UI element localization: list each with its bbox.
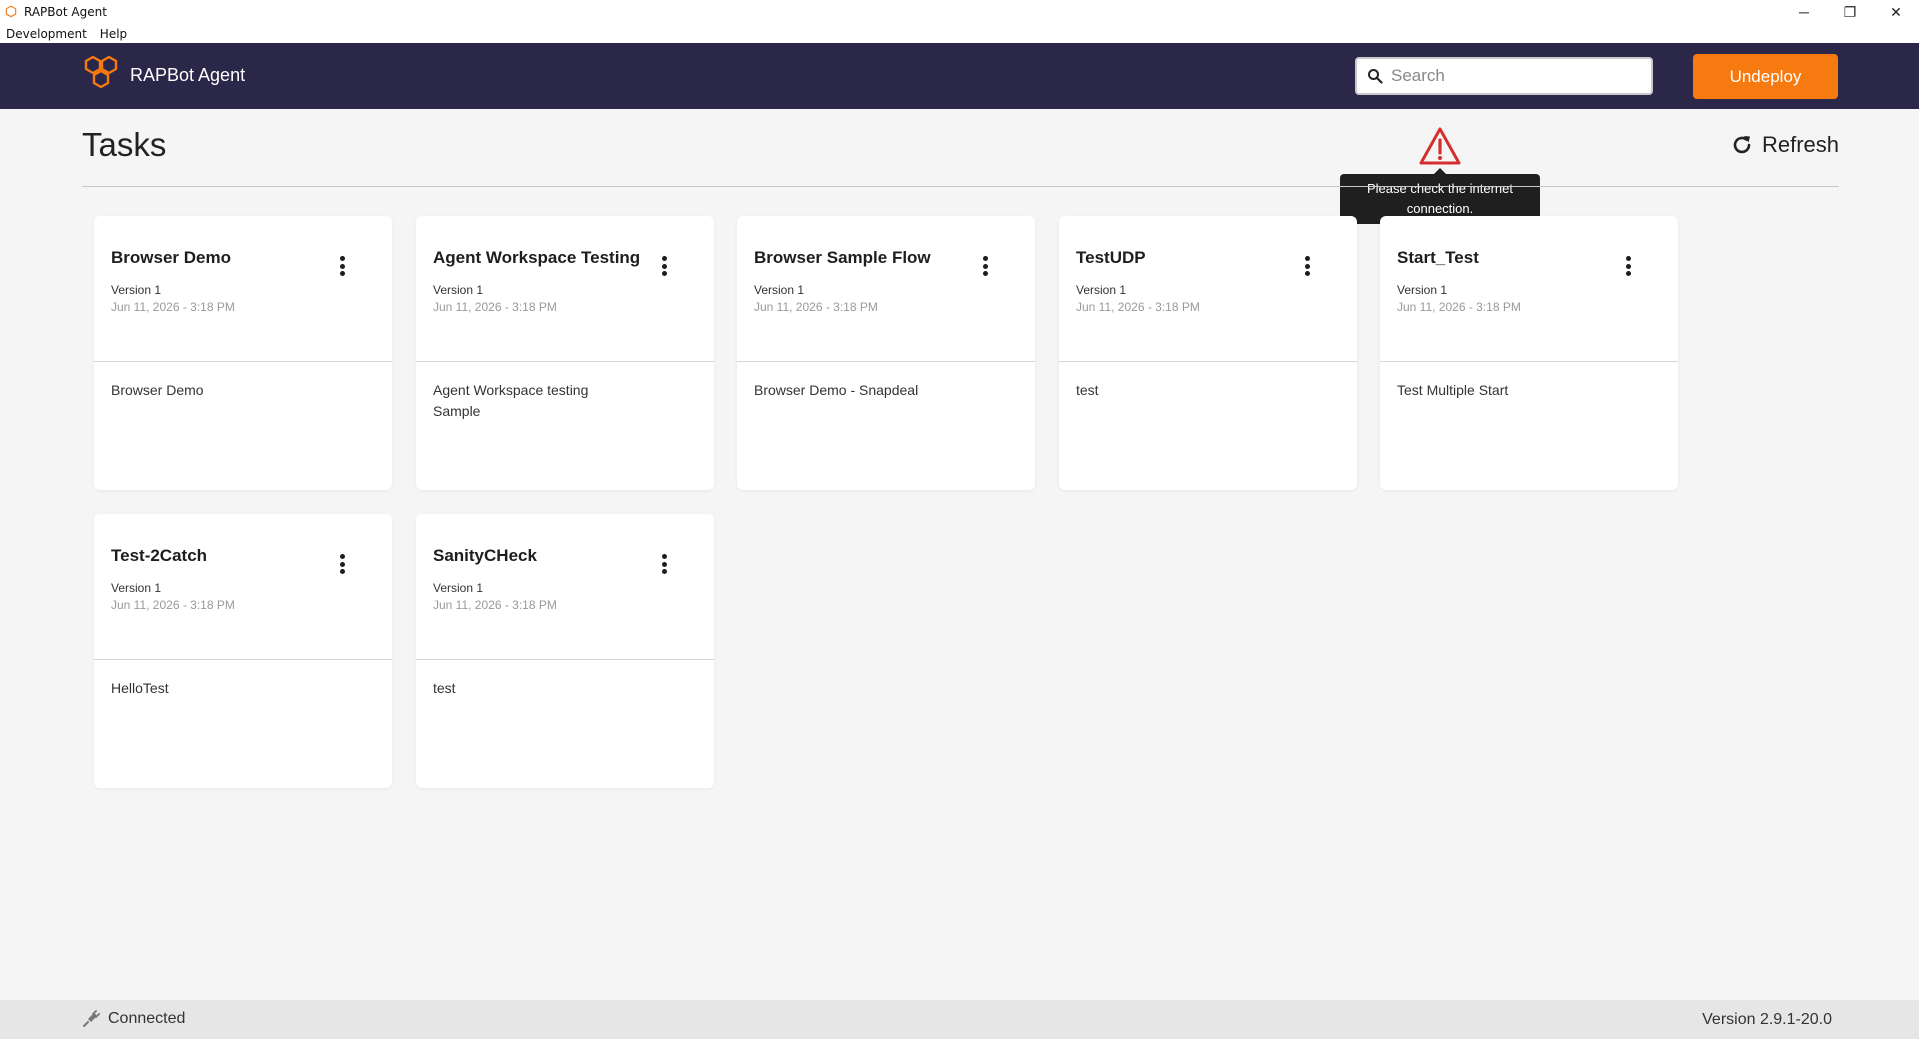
kebab-menu-icon[interactable] xyxy=(1297,252,1317,280)
kebab-menu-icon[interactable] xyxy=(654,550,674,578)
kebab-menu-icon[interactable] xyxy=(332,252,352,280)
task-description: Browser Demo xyxy=(111,382,204,398)
task-description: Agent Workspace testing Sample xyxy=(433,382,589,419)
menu-development[interactable]: Development xyxy=(6,27,87,41)
task-card-header: Browser Demo Version 1 Jun 11, 2026 - 3:… xyxy=(94,216,392,362)
restore-button[interactable]: ❐ xyxy=(1827,0,1873,24)
task-title: Agent Workspace Testing xyxy=(433,248,641,267)
warning-triangle-icon[interactable] xyxy=(1418,126,1462,166)
task-card-header: Agent Workspace Testing Version 1 Jun 11… xyxy=(416,216,714,362)
window-title: RAPBot Agent xyxy=(24,5,107,19)
connection-status-label: Connected xyxy=(108,1010,186,1027)
undeploy-button[interactable]: Undeploy xyxy=(1693,54,1838,99)
task-date: Jun 11, 2026 - 3:18 PM xyxy=(433,300,557,314)
task-title: Browser Sample Flow xyxy=(754,248,931,267)
task-version: Version 1 xyxy=(433,283,484,297)
task-title: Browser Demo xyxy=(111,248,231,267)
status-bar: Connected Version 2.9.1-20.0 xyxy=(0,1000,1919,1039)
task-date: Jun 11, 2026 - 3:18 PM xyxy=(111,598,235,612)
task-card-header: TestUDP Version 1 Jun 11, 2026 - 3:18 PM xyxy=(1059,216,1357,362)
page-title: Tasks xyxy=(82,126,167,163)
task-date: Jun 11, 2026 - 3:18 PM xyxy=(1397,300,1521,314)
app-logo-icon xyxy=(5,5,17,18)
task-version: Version 1 xyxy=(1397,283,1448,297)
task-description: test xyxy=(433,680,456,696)
search-box[interactable] xyxy=(1355,57,1653,95)
task-version: Version 1 xyxy=(754,283,805,297)
task-version: Version 1 xyxy=(111,283,162,297)
app-header: RAPBot Agent Undeploy xyxy=(0,43,1919,109)
kebab-menu-icon[interactable] xyxy=(332,550,352,578)
search-icon xyxy=(1368,69,1383,84)
refresh-label: Refresh xyxy=(1762,132,1840,157)
task-version: Version 1 xyxy=(433,581,484,595)
menu-help[interactable]: Help xyxy=(100,27,127,41)
task-description: Test Multiple Start xyxy=(1397,382,1509,398)
hexagon-logo-icon xyxy=(84,55,118,89)
task-date: Jun 11, 2026 - 3:18 PM xyxy=(1076,300,1200,314)
page-divider xyxy=(82,186,1839,187)
task-card-header: Browser Sample Flow Version 1 Jun 11, 20… xyxy=(737,216,1035,362)
connection-status: Connected xyxy=(82,1010,185,1028)
task-date: Jun 11, 2026 - 3:18 PM xyxy=(754,300,878,314)
task-card-header: Start_Test Version 1 Jun 11, 2026 - 3:18… xyxy=(1380,216,1678,362)
kebab-menu-icon[interactable] xyxy=(654,252,674,280)
task-date: Jun 11, 2026 - 3:18 PM xyxy=(111,300,235,314)
refresh-icon xyxy=(1733,136,1751,154)
task-title: TestUDP xyxy=(1076,248,1146,267)
refresh-button[interactable]: Refresh xyxy=(1730,132,1839,158)
task-title: Start_Test xyxy=(1397,248,1479,267)
kebab-menu-icon[interactable] xyxy=(1618,252,1638,280)
window-controls: ─ ❐ ✕ xyxy=(1781,0,1919,24)
task-version: Version 1 xyxy=(111,581,162,595)
task-description: Browser Demo - Snapdeal xyxy=(754,382,919,398)
task-card-header: Test-2Catch Version 1 Jun 11, 2026 - 3:1… xyxy=(94,514,392,660)
minimize-button[interactable]: ─ xyxy=(1781,0,1827,24)
task-version: Version 1 xyxy=(1076,283,1127,297)
search-input[interactable] xyxy=(1391,66,1641,86)
kebab-menu-icon[interactable] xyxy=(975,252,995,280)
brand-name: RAPBot Agent xyxy=(130,65,246,85)
task-title: Test-2Catch xyxy=(111,546,208,565)
task-description: test xyxy=(1076,382,1099,398)
task-card[interactable]: Start_Test Version 1 Jun 11, 2026 - 3:18… xyxy=(1380,216,1678,490)
plug-icon xyxy=(83,1010,100,1027)
menu-bar: Development Help xyxy=(0,24,1919,43)
window-titlebar: RAPBot Agent ─ ❐ ✕ xyxy=(0,0,1919,24)
task-card[interactable]: Agent Workspace Testing Version 1 Jun 11… xyxy=(416,216,714,490)
task-card-header: SanityCHeck Version 1 Jun 11, 2026 - 3:1… xyxy=(416,514,714,660)
task-card[interactable]: Browser Demo Version 1 Jun 11, 2026 - 3:… xyxy=(94,216,392,490)
close-button[interactable]: ✕ xyxy=(1873,0,1919,24)
task-card[interactable]: Browser Sample Flow Version 1 Jun 11, 20… xyxy=(737,216,1035,490)
task-date: Jun 11, 2026 - 3:18 PM xyxy=(433,598,557,612)
task-description: HelloTest xyxy=(111,680,169,696)
app-version: Version 2.9.1-20.0 xyxy=(1702,1011,1832,1028)
task-card[interactable]: SanityCHeck Version 1 Jun 11, 2026 - 3:1… xyxy=(416,514,714,788)
task-title: SanityCHeck xyxy=(433,546,537,565)
task-card[interactable]: TestUDP Version 1 Jun 11, 2026 - 3:18 PM… xyxy=(1059,216,1357,490)
task-card[interactable]: Test-2Catch Version 1 Jun 11, 2026 - 3:1… xyxy=(94,514,392,788)
